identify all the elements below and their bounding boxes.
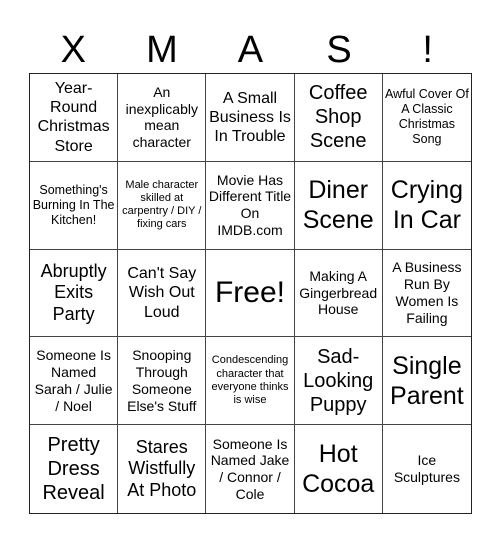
bingo-cell[interactable]: A Business Run By Women Is Failing [382,250,471,338]
bingo-cell[interactable]: Hot Cocoa [295,425,383,513]
bingo-cell[interactable]: Someone Is Named Jake / Connor / Cole [206,425,295,513]
bingo-cell[interactable]: Coffee Shop Scene [294,74,383,162]
bingo-cell[interactable]: Ice Sculptures [383,425,471,513]
bingo-cell[interactable]: Pretty Dress Reveal [30,425,119,513]
bingo-cell[interactable]: Can't Say Wish Out Loud [118,249,207,338]
bingo-cell[interactable]: Making A Gingerbread House [294,249,383,338]
bingo-cell[interactable]: Crying In Car [382,162,471,250]
bingo-cell[interactable]: Single Parent [382,337,471,426]
bingo-cell[interactable]: Something's Burning In The Kitchen! [30,161,119,250]
bingo-cell[interactable]: An inexplicably mean character [118,74,207,162]
bingo-cell[interactable]: Movie Has Different Title On IMDB.com [206,161,295,250]
header-letter-x: X [60,29,86,71]
bingo-cell[interactable]: Sad-Looking Puppy [294,337,383,426]
header-letter-a: A [237,29,264,71]
bingo-cell[interactable]: Diner Scene [294,161,383,250]
bingo-cell[interactable]: Stares Wistfully At Photo [118,425,207,513]
header-letter-exclamation: ! [422,29,433,71]
bingo-cell[interactable]: Awful Cover Of A Classic Christmas Song [382,74,471,162]
bingo-cell[interactable]: Someone Is Named Sarah / Julie / Noel [30,337,119,426]
header-letter-m: M [146,29,178,71]
bingo-cell[interactable]: Condescending character that everyone th… [206,337,295,426]
bingo-cell[interactable]: Snooping Through Someone Else's Stuff [118,337,207,426]
bingo-cell[interactable]: Abruptly Exits Party [30,249,119,338]
bingo-grid: Year-Round Christmas Store An inexplicab… [29,73,472,514]
header-letter-s: S [326,29,352,71]
free-space-cell[interactable]: Free! [206,249,295,338]
bingo-cell[interactable]: A Small Business Is In Trouble [206,74,295,162]
bingo-cell[interactable]: Male character skilled at carpentry / DI… [118,161,207,250]
bingo-cell[interactable]: Year-Round Christmas Store [30,74,119,162]
bingo-header: X M A S ! [29,28,472,73]
